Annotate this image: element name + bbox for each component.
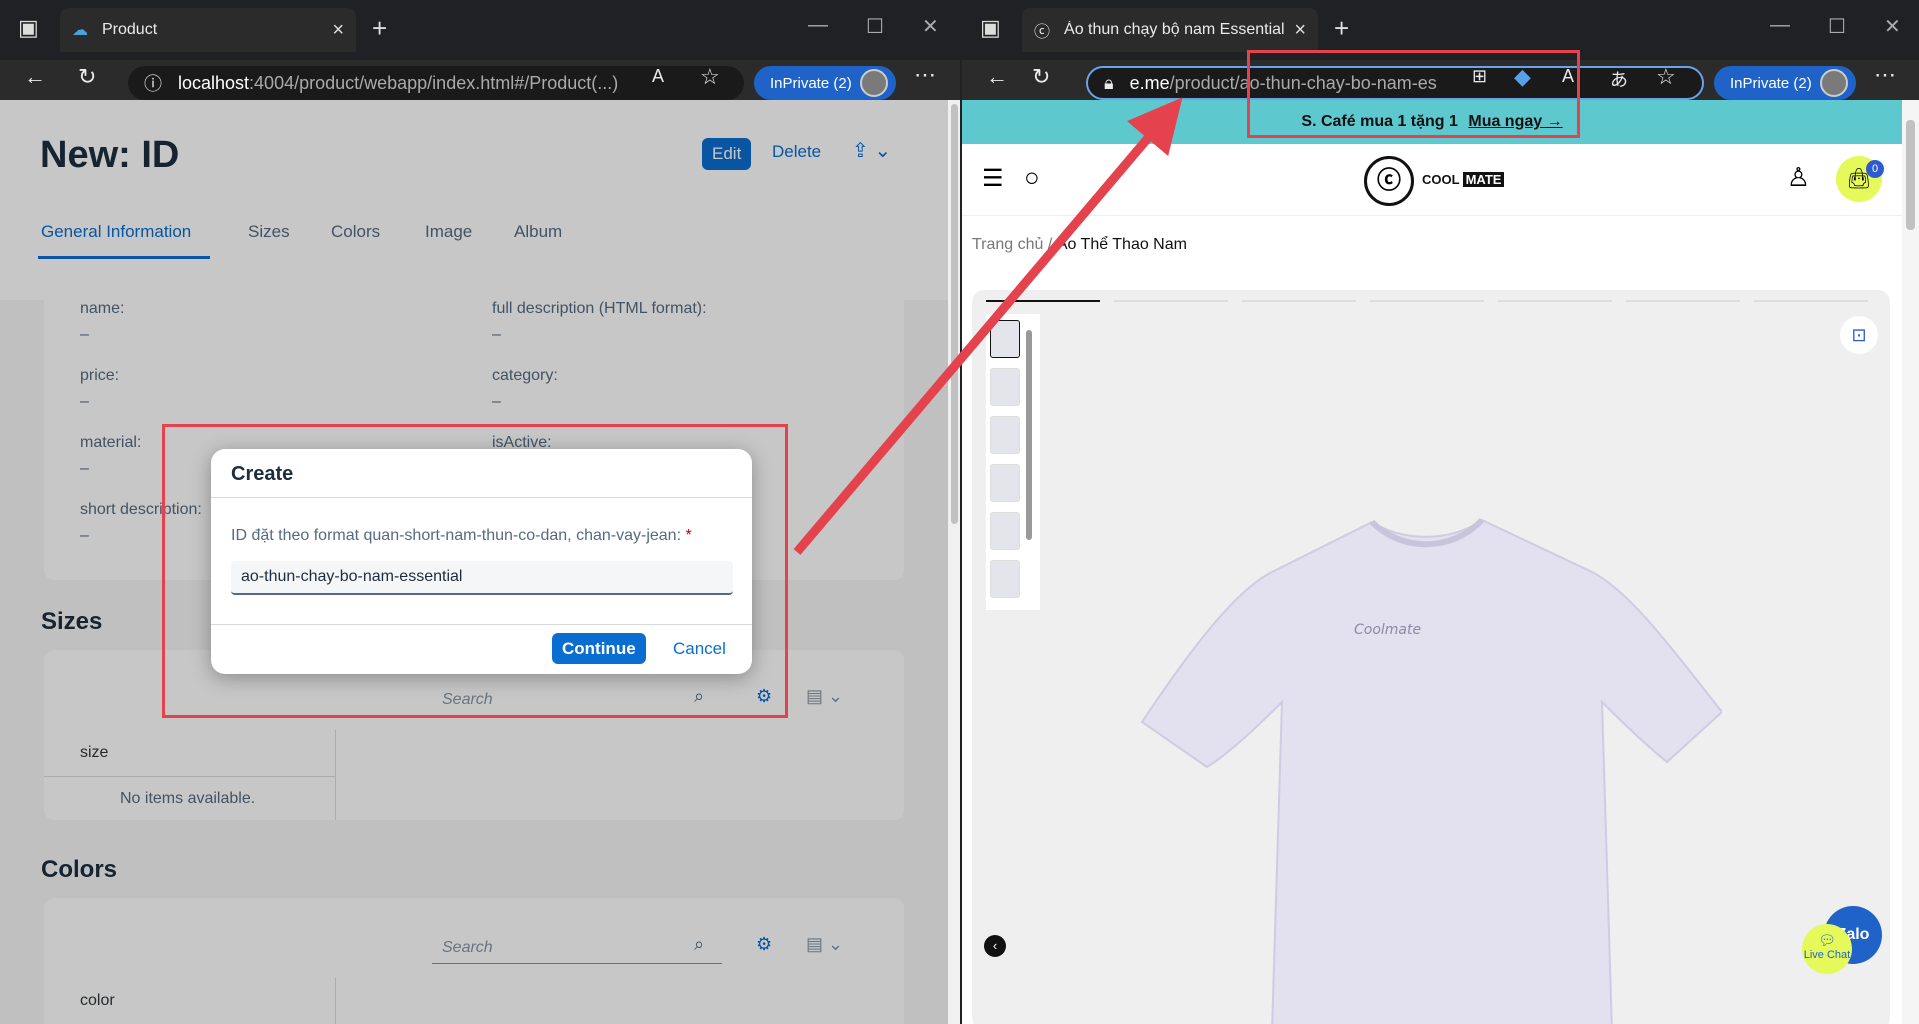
chat-widget[interactable]: Zalo 💬︎ Live Chat [1802,906,1882,976]
cart-button[interactable]: 👜︎ 0 [1836,156,1884,202]
crumb-separator: / [1047,236,1053,253]
tab-product[interactable]: ☁ Product × [60,8,356,52]
user-icon[interactable]: ♙ [1787,162,1810,193]
tab-actions-icon[interactable]: ▣ [980,15,1001,41]
right-scrollbar[interactable] [1902,100,1919,1024]
refresh-icon[interactable]: ↻ [1032,64,1050,90]
gallery-progress [1498,300,1612,302]
lock-icon: 🔒︎ [1104,72,1114,93]
url-path: :4004/product/webapp/index.html#/Product… [249,72,619,93]
minimize-icon[interactable]: — [808,14,828,37]
prev-image-icon[interactable]: ‹ [984,935,1006,957]
inprivate-label: InPrivate (2) [1730,74,1812,92]
crumb-current[interactable]: Áo Thể Thao Nam [1057,236,1187,253]
gallery-progress [986,300,1100,302]
inprivate-label: InPrivate (2) [770,74,852,92]
thumbnail[interactable] [990,368,1020,406]
new-tab-icon[interactable]: + [372,13,387,44]
favorite-star-icon[interactable]: ☆ [1656,64,1676,90]
coolmate-logo-icon[interactable]: ⓒ [1364,156,1414,206]
tab-title: Áo thun chạy bộ nam Essential F [1064,21,1287,38]
thumbnail-scrollbar[interactable] [1026,330,1032,540]
gallery-progress [1370,300,1484,302]
tshirt-image: Coolmate [1140,517,1722,1024]
close-window-icon[interactable]: ✕ [1884,14,1901,39]
thumbnail[interactable] [990,560,1020,598]
chat-bubble-icon: 💬︎ [1818,932,1836,948]
scroll-thumb[interactable] [951,104,958,524]
info-icon: ⓘ [144,74,162,94]
url-host: localhost [178,72,250,93]
maximize-icon[interactable]: ☐ [866,14,884,39]
cloud-icon: ☁ [72,22,88,39]
back-icon[interactable]: ← [24,64,46,90]
tab-title: Product [102,21,158,38]
avatar [1819,69,1848,97]
close-window-icon[interactable]: ✕ [922,14,939,39]
shirt-brand-label: Coolmate [1354,622,1421,638]
more-menu-icon[interactable]: ⋯ [914,62,936,88]
thumbnail[interactable] [990,464,1020,502]
left-scrollbar[interactable] [948,100,960,1024]
gallery-progress [1754,300,1868,302]
translate-icon[interactable]: あ [1610,66,1628,92]
avatar [859,69,888,97]
live-chat-button[interactable]: 💬︎ Live Chat [1802,924,1852,974]
product-gallery: ⊡ Coolmate ‹ [972,290,1890,1024]
left-browser-window: ▣ ☁ Product × + — ☐ ✕ ← ↻ ⓘ localhost :4… [0,0,960,1024]
site-favicon-icon: ⓒ [1034,24,1051,41]
tab-actions-icon[interactable]: ▣ [18,15,39,41]
back-icon[interactable]: ← [986,64,1008,90]
logo-cool: COOL [1422,172,1460,187]
cart-count: 0 [1866,160,1884,178]
live-chat-label: Live Chat [1803,949,1851,961]
shop-header: ☰ ○ ⓒ COOL MATE ♙ 👜︎ 0 [962,144,1902,216]
annotation-box-dialog [162,424,788,718]
read-aloud-icon[interactable]: A [652,66,664,87]
annotation-box-url-banner [1247,50,1580,138]
left-titlebar: ▣ ☁ Product × + — ☐ ✕ [0,0,960,60]
logo-text[interactable]: COOL MATE [1422,172,1505,187]
scroll-thumb[interactable] [1906,120,1915,230]
tab-coolmate[interactable]: ⓒ Áo thun chạy bộ nam Essential F × [1022,8,1318,52]
thumbnail[interactable] [990,320,1020,358]
logo-mate: MATE [1462,172,1505,187]
url-host: e.me [1129,72,1170,93]
gallery-progress [1242,300,1356,302]
search-icon[interactable]: ○ [1024,162,1040,193]
refresh-icon[interactable]: ↻ [78,64,96,90]
close-tab-icon[interactable]: × [332,19,344,42]
crumb-home[interactable]: Trang chủ [972,236,1043,253]
thumbnail[interactable] [990,416,1020,454]
inprivate-button[interactable]: InPrivate (2) [754,66,896,100]
more-menu-icon[interactable]: ⋯ [1874,62,1896,88]
zoom-icon[interactable]: ⊡ [1840,316,1878,354]
gallery-progress [1626,300,1740,302]
hamburger-menu-icon[interactable]: ☰ [982,164,1004,193]
inprivate-button[interactable]: InPrivate (2) [1714,66,1856,100]
right-browser-window: ▣ ⓒ Áo thun chạy bộ nam Essential F × + … [962,0,1919,1024]
minimize-icon[interactable]: — [1770,14,1790,37]
thumbnail[interactable] [990,512,1020,550]
gallery-progress [1114,300,1228,302]
thumbnail-strip [986,314,1040,610]
close-tab-icon[interactable]: × [1294,19,1306,42]
left-address-bar: ← ↻ ⓘ localhost :4004/product/webapp/ind… [0,60,960,100]
breadcrumb: Trang chủ / Áo Thể Thao Nam [972,236,1187,254]
favorite-star-icon[interactable]: ☆ [700,64,720,90]
shop-page: S. Café mua 1 tặng 1 Mua ngay → ☰ ○ ⓒ CO… [962,100,1902,1024]
maximize-icon[interactable]: ☐ [1828,14,1846,39]
new-tab-icon[interactable]: + [1334,13,1349,44]
